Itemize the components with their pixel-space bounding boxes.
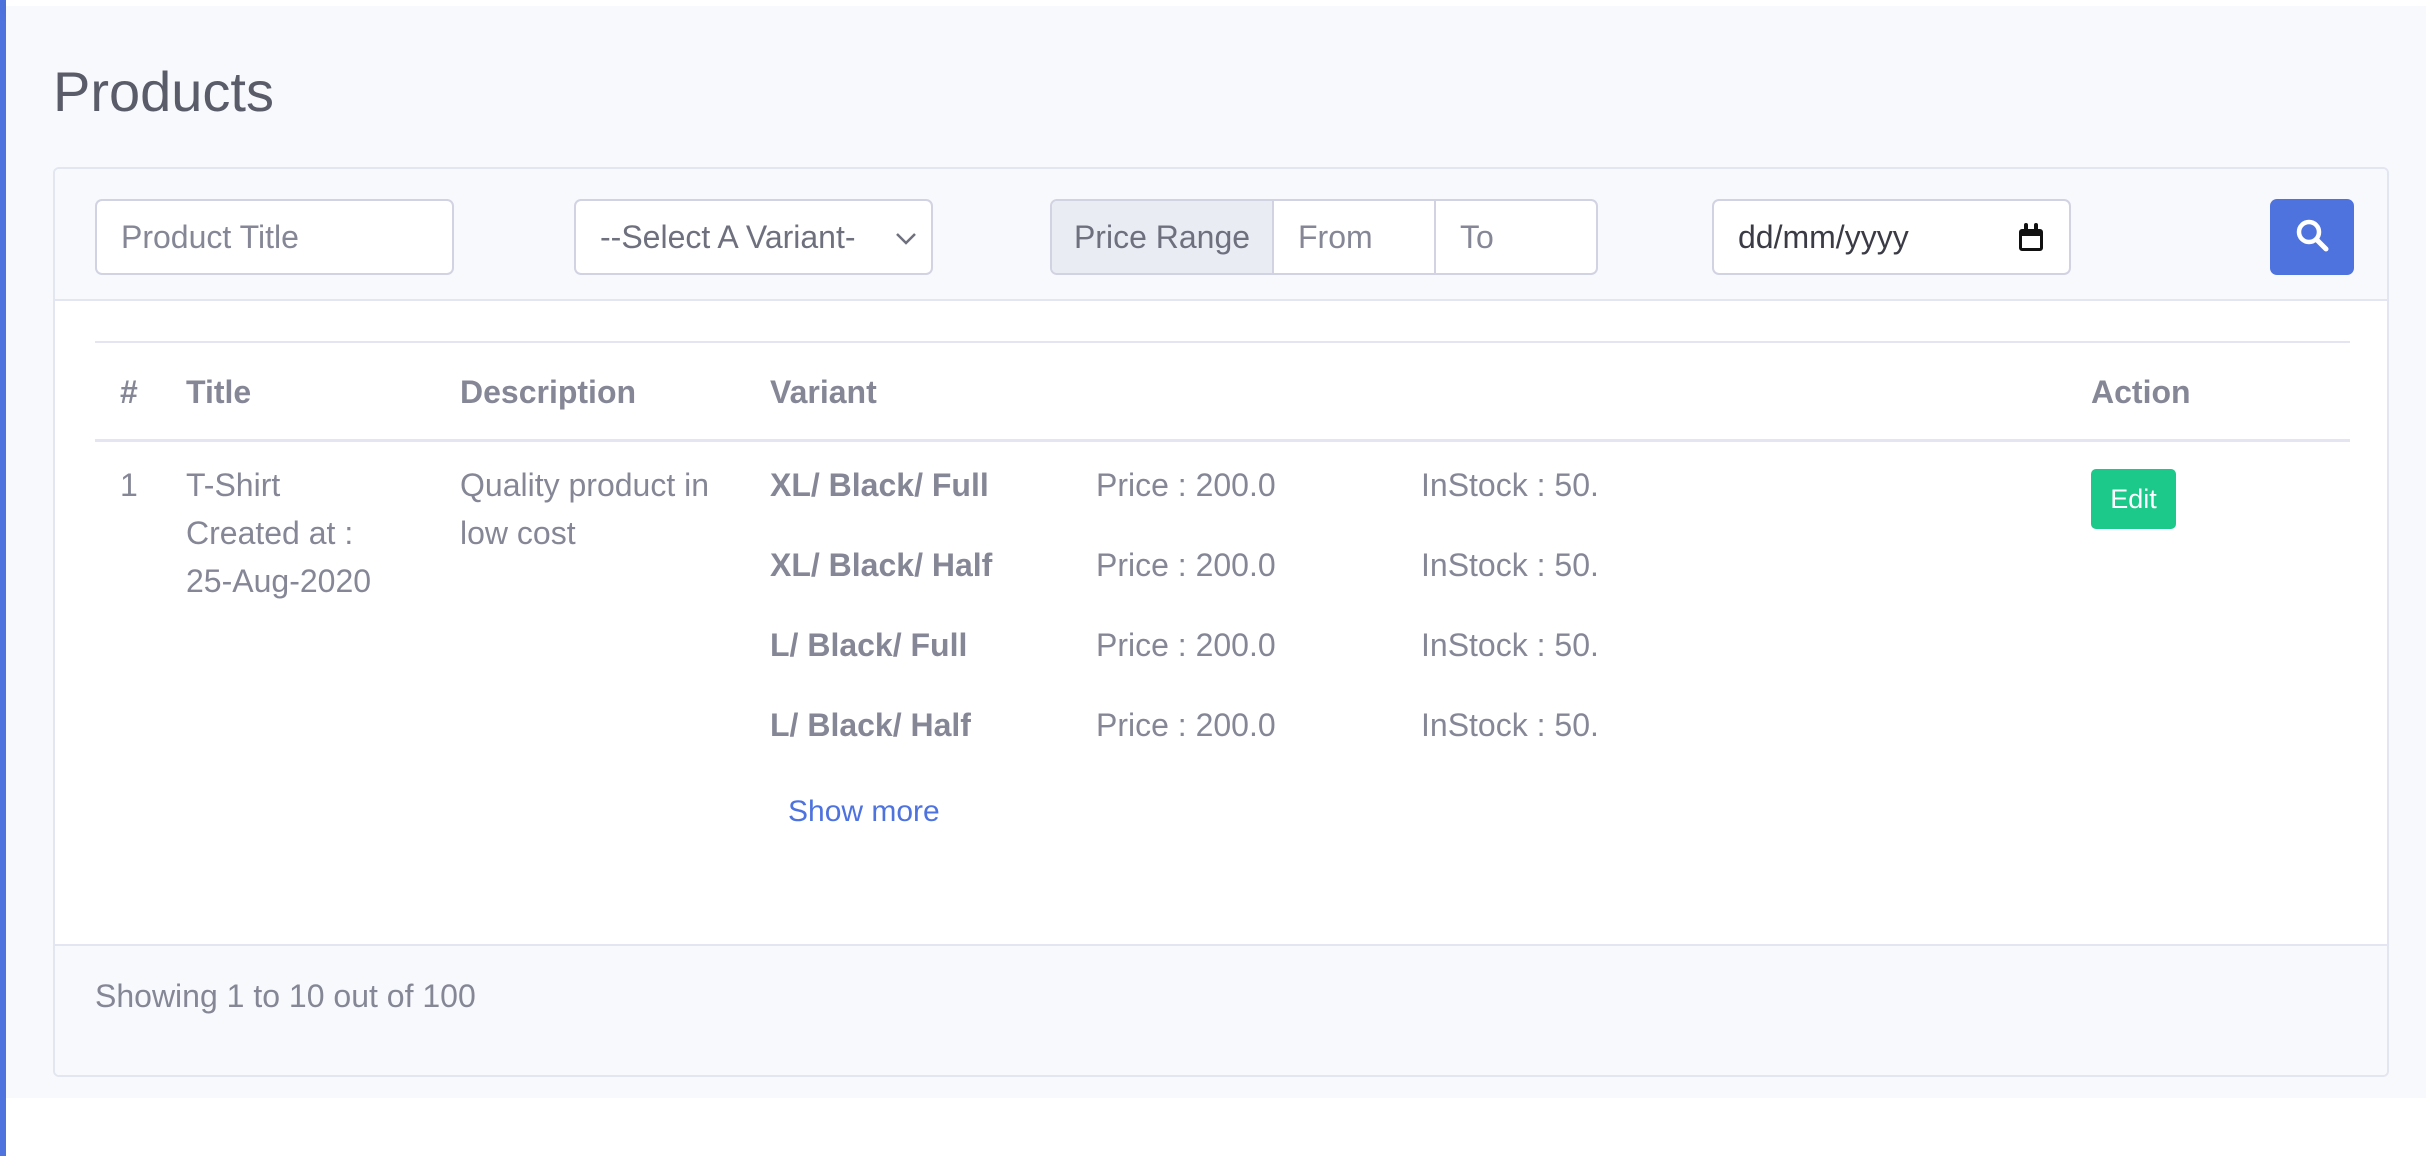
variant-price: Price : 200.0 <box>1096 547 1276 583</box>
edit-button[interactable]: Edit <box>2091 469 2176 529</box>
column-header-action: Action <box>2091 373 2191 410</box>
row-title: T-Shirt <box>186 467 281 503</box>
date-input[interactable]: dd/mm/yyyy <box>1712 199 2071 275</box>
variant-name: L/ Black/ Full <box>770 627 968 663</box>
products-card: Product Title --Select A Variant- Price … <box>53 167 2389 1077</box>
price-to-placeholder: To <box>1460 218 1494 255</box>
variant-stock: InStock : 50. <box>1421 547 1599 583</box>
search-icon <box>2295 218 2329 257</box>
calendar-icon[interactable] <box>2017 223 2045 251</box>
row-description: Quality product in low cost <box>460 461 750 557</box>
column-header-index: # <box>120 373 138 410</box>
main-content: Products Product Title --Select A Varian… <box>6 6 2426 1098</box>
variant-item: L/ Black/ Full Price : 200.0 InStock : 5… <box>770 621 2070 669</box>
price-range-group: Price Range From To <box>1050 199 1598 275</box>
column-header-description: Description <box>460 373 637 410</box>
price-from-input[interactable]: From <box>1274 201 1436 273</box>
column-header-title: Title <box>186 373 252 410</box>
row-description-line-2: low cost <box>460 515 576 551</box>
row-created-label: Created at : <box>186 515 354 551</box>
variant-price: Price : 200.0 <box>1096 627 1276 663</box>
filter-bar: Product Title --Select A Variant- Price … <box>55 169 2387 301</box>
app-window: Products Product Title --Select A Varian… <box>0 0 2426 1156</box>
variant-name: XL/ Black/ Half <box>770 547 993 583</box>
pagination-summary: Showing 1 to 10 out of 100 <box>95 978 476 1014</box>
price-from-placeholder: From <box>1298 218 1373 255</box>
variant-item: XL/ Black/ Full Price : 200.0 InStock : … <box>770 461 2070 509</box>
show-more-link[interactable]: Show more <box>788 788 940 836</box>
variant-stock: InStock : 50. <box>1421 467 1599 503</box>
variant-select[interactable]: --Select A Variant- <box>574 199 933 275</box>
variant-price: Price : 200.0 <box>1096 707 1276 743</box>
row-variants: XL/ Black/ Full Price : 200.0 InStock : … <box>770 461 2070 881</box>
search-button[interactable] <box>2270 199 2354 275</box>
date-placeholder: dd/mm/yyyy <box>1738 218 1909 255</box>
row-created-date: 25-Aug-2020 <box>186 563 372 599</box>
price-to-input[interactable]: To <box>1436 201 1596 273</box>
chevron-down-icon <box>895 222 917 253</box>
product-title-placeholder: Product Title <box>121 218 299 255</box>
variant-select-value: --Select A Variant- <box>600 218 856 255</box>
variant-price: Price : 200.0 <box>1096 467 1276 503</box>
table-header: # Title Description Variant Action <box>95 341 2350 442</box>
variant-stock: InStock : 50. <box>1421 707 1599 743</box>
variant-item: L/ Black/ Half Price : 200.0 InStock : 5… <box>770 701 2070 749</box>
row-title-cell: T-Shirt Created at : 25-Aug-2020 <box>186 461 436 605</box>
card-footer: Showing 1 to 10 out of 100 <box>55 944 2387 1075</box>
variant-name: L/ Black/ Half <box>770 707 971 743</box>
row-description-line-1: Quality product in <box>460 467 710 503</box>
product-title-input[interactable]: Product Title <box>95 199 454 275</box>
variant-stock: InStock : 50. <box>1421 627 1599 663</box>
price-range-label: Price Range <box>1052 201 1274 273</box>
variant-item: XL/ Black/ Half Price : 200.0 InStock : … <box>770 541 2070 589</box>
row-index: 1 <box>120 467 138 503</box>
page-title: Products <box>53 60 274 123</box>
variant-name: XL/ Black/ Full <box>770 467 989 503</box>
column-header-variant: Variant <box>770 373 877 410</box>
